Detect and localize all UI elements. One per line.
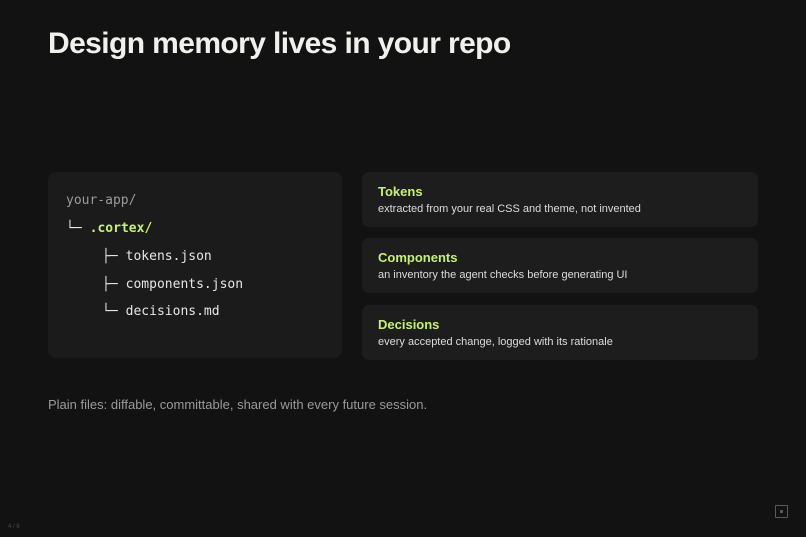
tree-branch: └─ <box>102 304 118 319</box>
card-tokens: Tokens extracted from your real CSS and … <box>362 172 758 227</box>
card-title: Decisions <box>378 317 440 332</box>
tree-cortex-row: └─ .cortex/ <box>66 221 152 237</box>
tree-file-row: └─ decisions.md <box>102 304 220 320</box>
tree-file-tokens: tokens.json <box>125 249 212 264</box>
tree-file-components: components.json <box>125 277 244 292</box>
card-description: extracted from your real CSS and theme, … <box>378 203 641 215</box>
tree-cortex-folder: .cortex/ <box>89 221 153 236</box>
tree-file-row: ├─ tokens.json <box>102 249 212 265</box>
card-components: Components an inventory the agent checks… <box>362 238 758 293</box>
card-description: every accepted change, logged with its r… <box>378 336 613 348</box>
file-tree-panel: your-app/ └─ .cortex/ ├─ tokens.json ├─ com… <box>48 172 342 358</box>
card-description: an inventory the agent checks before gen… <box>378 269 628 281</box>
tree-file-row: ├─ components.json <box>102 277 243 293</box>
tree-branch: └─ <box>66 221 82 236</box>
card-title: Components <box>378 250 458 265</box>
tree-file-decisions: decisions.md <box>125 304 220 319</box>
tree-branch: ├─ <box>102 277 118 292</box>
page-indicator: 4 / 6 <box>8 524 20 530</box>
card-decisions: Decisions every accepted change, logged … <box>362 305 758 360</box>
slide-caption: Plain files: diffable, committable, shar… <box>48 397 428 412</box>
tree-branch: ├─ <box>102 249 118 264</box>
fullscreen-icon[interactable] <box>775 505 788 518</box>
tree-root-folder: your-app/ <box>66 193 137 208</box>
card-title: Tokens <box>378 184 423 199</box>
slide-title: Design memory lives in your repo <box>48 27 511 60</box>
